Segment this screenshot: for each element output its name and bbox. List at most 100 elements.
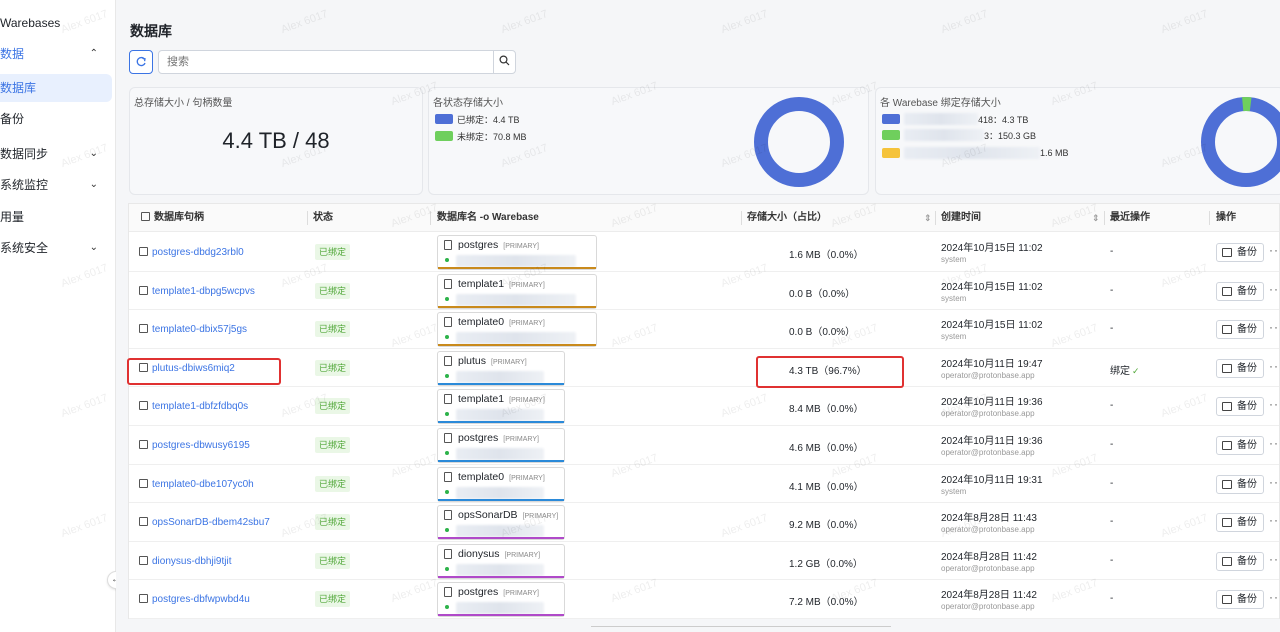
more-actions-button[interactable]: ··· [1269,436,1280,450]
status-badge: 已绑定 [315,359,351,376]
sidebar-item-data[interactable]: 数据 ⌃ [0,40,112,68]
status-badge: 已绑定 [315,437,351,453]
created-date: 2024年10月11日 19:36 [941,397,1043,409]
handle-link[interactable]: template1-dbfzfdbq0s [139,400,248,412]
created-date: 2024年8月28日 11:42 [941,590,1037,602]
search-input[interactable] [159,51,489,73]
sort-icon[interactable]: ⇕ [924,204,932,232]
created-date: 2024年10月15日 11:02 [941,320,1043,332]
edit-icon[interactable] [139,478,148,488]
handle-link[interactable]: postgres-dbwusy6195 [139,439,250,451]
warebase-color-bar [438,460,564,462]
storage-size: 8.4 MB（0.0%） [789,404,864,416]
database-icon [444,240,452,250]
column-header-size[interactable]: 存储大小（占比） [747,204,827,232]
card-title: 总存储大小 / 句柄数量 [134,98,233,109]
created-by: system [941,255,967,264]
handle-link[interactable]: postgres-dbdg23rbl0 [139,246,244,258]
edit-icon[interactable] [139,247,148,256]
created-by: operator@protonbase.app [941,370,1035,380]
table-row: opsSonarDB-dbem42sbu7 已绑定 opsSonarDB [PRI… [129,503,1280,542]
blurred-text [456,409,544,422]
sidebar-item-usage[interactable]: 用量 [0,203,112,231]
card-title: 各状态存储大小 [433,98,503,109]
backup-button[interactable]: 备份 [1216,436,1264,455]
status-dot-icon [445,566,449,571]
edit-icon[interactable] [139,440,148,449]
more-actions-button[interactable]: ··· [1269,243,1280,257]
backup-button[interactable]: 备份 [1216,320,1264,340]
sidebar-item-security[interactable]: 系统安全 ⌄ [0,234,112,262]
more-actions-button[interactable]: ··· [1269,475,1280,489]
backup-button[interactable]: 备份 [1216,243,1264,262]
handle-link[interactable]: postgres-dbfwpwbd4u [139,593,250,605]
more-actions-button[interactable]: ··· [1269,590,1280,604]
search-button[interactable] [493,51,515,73]
storage-size: 4.1 MB（0.0%） [789,481,864,493]
sidebar-item-monitoring[interactable]: 系统监控 ⌄ [0,171,112,199]
blurred-text [456,486,544,499]
created-by: operator@protonbase.app [941,448,1035,457]
created-date: 2024年10月15日 11:02 [941,243,1043,254]
warebase-color-bar [438,537,564,540]
status-badge: 已绑定 [315,591,351,608]
blurred-text [456,255,576,267]
storage-size: 9.2 MB（0.0%） [789,520,864,532]
db-name: opsSonarDB [PRIMARY] [458,509,559,522]
sort-icon[interactable]: ⇕ [1092,204,1100,232]
more-actions-button[interactable]: ··· [1269,359,1280,373]
table-row: postgres-dbwusy6195 已绑定 postgres [PRIMARY… [129,426,1280,465]
legend-label: 未绑定：70.8 MB [457,131,527,142]
backup-button[interactable]: 备份 [1216,590,1264,610]
edit-icon[interactable] [139,517,148,527]
blurred-text [456,563,544,576]
handle-link[interactable]: dionysus-dbhji9tjit [139,555,232,567]
backup-button[interactable]: 备份 [1216,513,1264,533]
table-row: postgres-dbfwpwbd4u 已绑定 postgres [PRIMARY… [129,580,1280,619]
primary-tag: [PRIMARY] [509,281,545,289]
edit-icon[interactable] [139,594,148,604]
legend-item: 1.6 MB [882,146,1069,160]
warebase-color-bar [438,382,564,385]
handle-link[interactable]: template0-dbix57j5gs [139,323,247,335]
sidebar-item-label: 数据同步 [0,147,49,161]
more-actions-button[interactable]: ··· [1269,552,1280,566]
more-actions-button[interactable]: ··· [1269,513,1280,527]
backup-button[interactable]: 备份 [1216,281,1264,301]
chevron-down-icon: ⌄ [89,242,98,253]
blurred-text [456,370,544,383]
backup-button[interactable]: 备份 [1216,551,1264,571]
sidebar-item-backup[interactable]: 备份 [0,105,112,133]
refresh-button[interactable] [129,50,153,74]
warebase-color-bar [438,421,564,424]
more-actions-button[interactable]: ··· [1269,282,1280,296]
edit-icon[interactable] [139,285,148,295]
status-badge: 已绑定 [315,398,351,415]
status-badge: 已绑定 [315,475,351,492]
handle-link[interactable]: template0-dbe107yc0h [139,478,254,490]
sidebar-item-sync[interactable]: 数据同步 ⌄ [0,140,112,168]
edit-icon[interactable] [139,401,148,411]
edit-icon[interactable] [139,555,148,565]
recent-action: - [1110,593,1114,605]
more-actions-button[interactable]: ··· [1269,397,1280,411]
backup-button[interactable]: 备份 [1216,474,1264,494]
handle-link[interactable]: template1-dbpg5wcpvs [139,285,255,297]
database-icon [444,510,452,521]
donut-slice-main [1201,97,1280,187]
backup-button[interactable]: 备份 [1216,397,1264,417]
warebase-color-bar [438,614,564,617]
backup-button[interactable]: 备份 [1216,358,1264,378]
donut-slice-bound [754,97,844,187]
database-icon [444,471,452,482]
sidebar-item-database[interactable]: 数据库 [0,74,112,102]
db-name: template0 [PRIMARY] [458,316,545,329]
refresh-icon [136,56,146,67]
warebase-card: plutus [PRIMARY] [437,350,565,386]
created-date: 2024年10月11日 19:31 [941,474,1043,486]
main-content: 数据库 总存储大小 / 句柄数量 4.4 TB / 48 各状态存储大小 已绑定… [116,0,1280,632]
db-name: plutus [PRIMARY] [458,354,527,367]
more-actions-button[interactable]: ··· [1269,320,1280,334]
handle-link[interactable]: opsSonarDB-dbem42sbu7 [139,516,270,528]
edit-icon[interactable] [139,324,148,334]
